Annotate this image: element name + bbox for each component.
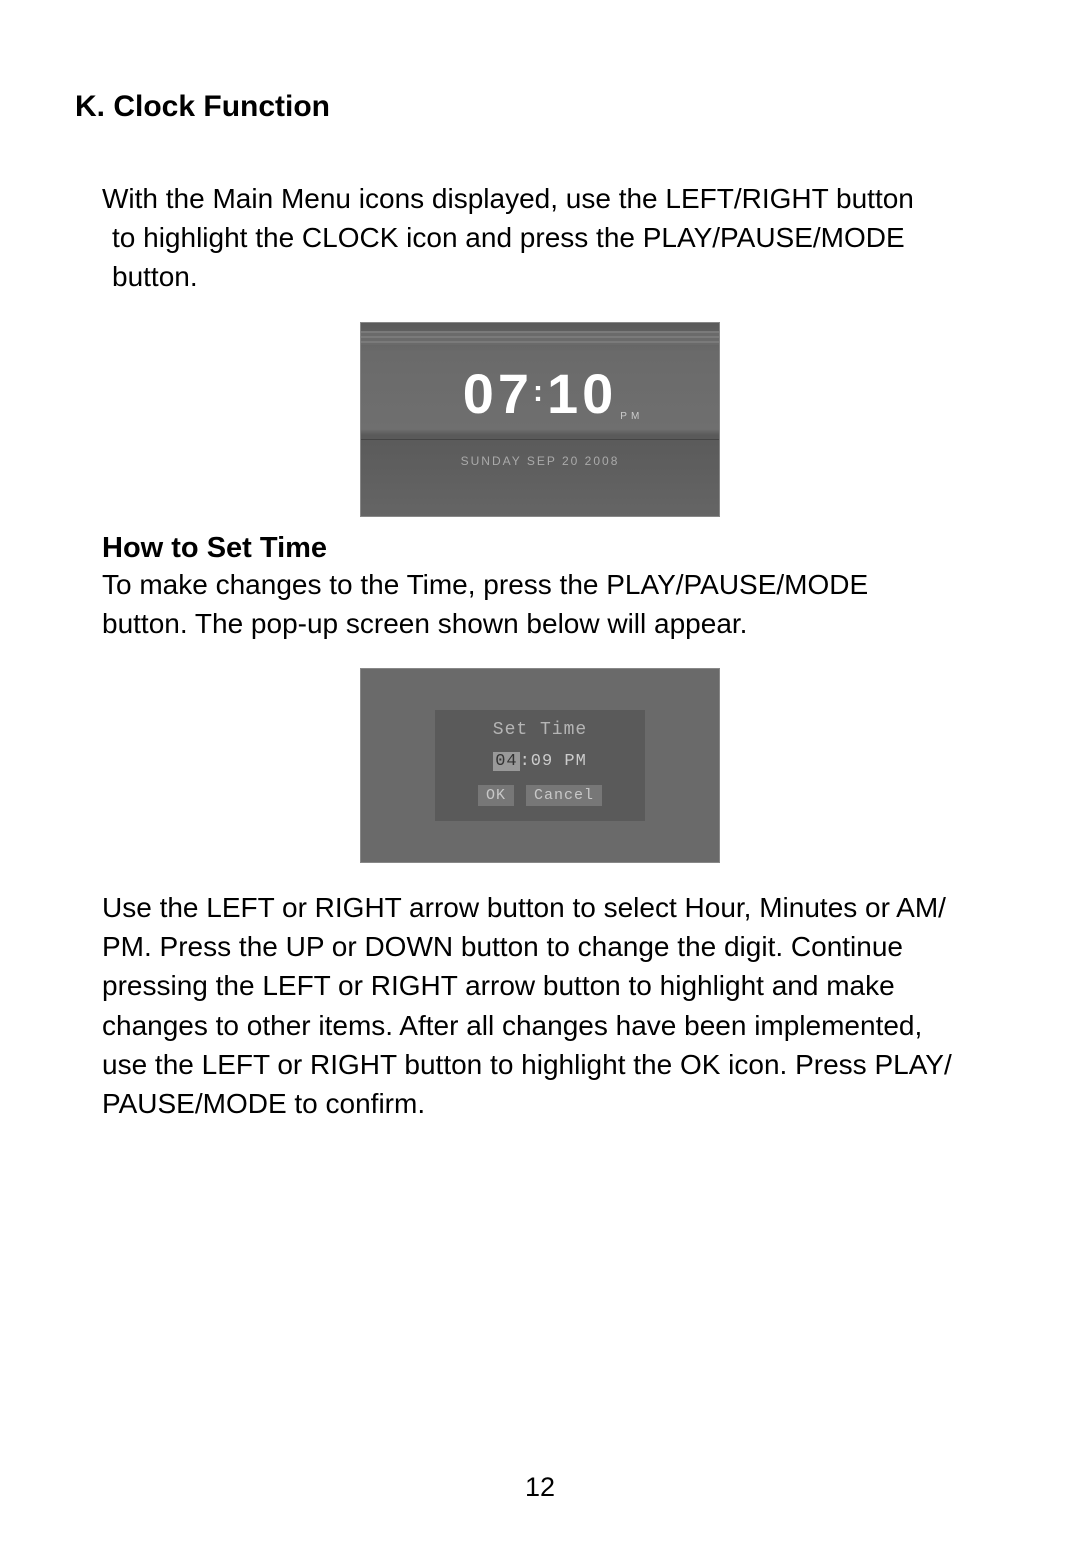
clock-date: SUNDAY SEP 20 2008 — [461, 454, 620, 468]
device-screen-settime: Set Time 04:09 PM OK Cancel — [360, 668, 720, 863]
intro-line-2: to highlight the CLOCK icon and press th… — [112, 218, 1010, 257]
instr-line-3: pressing the LEFT or RIGHT arrow button … — [102, 966, 1010, 1005]
cancel-button: Cancel — [526, 785, 602, 806]
dialog-hour-selected: 04 — [493, 752, 519, 771]
page-number: 12 — [525, 1472, 555, 1503]
clock-ampm: PM — [620, 411, 643, 422]
clock-time-display: 07:10 PM — [463, 361, 618, 426]
intro-paragraph: With the Main Menu icons displayed, use … — [70, 179, 1010, 297]
ok-button: OK — [478, 785, 514, 806]
set-time-heading: How to Set Time — [102, 532, 1010, 565]
set-time-line-1: To make changes to the Time, press the P… — [102, 565, 1010, 604]
set-time-screenshot: Set Time 04:09 PM OK Cancel — [70, 668, 1010, 863]
set-time-paragraph: To make changes to the Time, press the P… — [70, 565, 1010, 643]
screen-divider — [361, 439, 719, 440]
dialog-buttons: OK Cancel — [435, 785, 645, 806]
instructions-paragraph: Use the LEFT or RIGHT arrow button to se… — [70, 888, 1010, 1123]
device-screen-clock: 07:10 PM SUNDAY SEP 20 2008 — [360, 322, 720, 517]
intro-line-1: With the Main Menu icons displayed, use … — [102, 179, 1010, 218]
set-time-line-2: button. The pop-up screen shown below wi… — [102, 604, 1010, 643]
dialog-colon: : — [520, 752, 531, 771]
section-heading: K. Clock Function — [75, 90, 1010, 124]
instr-line-1: Use the LEFT or RIGHT arrow button to se… — [102, 888, 1010, 927]
instr-line-5: use the LEFT or RIGHT button to highligh… — [102, 1045, 1010, 1084]
clock-hour: 07 — [463, 362, 533, 425]
intro-line-3: button. — [112, 257, 1010, 296]
instr-line-2: PM. Press the UP or DOWN button to chang… — [102, 927, 1010, 966]
dialog-time-value: 04:09 PM — [435, 752, 645, 771]
clock-minute: 10 — [547, 362, 617, 425]
clock-screenshot: 07:10 PM SUNDAY SEP 20 2008 — [70, 322, 1010, 517]
clock-colon: : — [533, 375, 547, 408]
instr-line-4: changes to other items. After all change… — [102, 1006, 1010, 1045]
dialog-title: Set Time — [435, 720, 645, 740]
dialog-ampm: PM — [564, 752, 586, 771]
screen-decoration — [361, 331, 719, 345]
instr-line-6: PAUSE/MODE to confirm. — [102, 1084, 1010, 1123]
dialog-minute: 09 — [531, 752, 553, 771]
set-time-dialog: Set Time 04:09 PM OK Cancel — [435, 710, 645, 821]
